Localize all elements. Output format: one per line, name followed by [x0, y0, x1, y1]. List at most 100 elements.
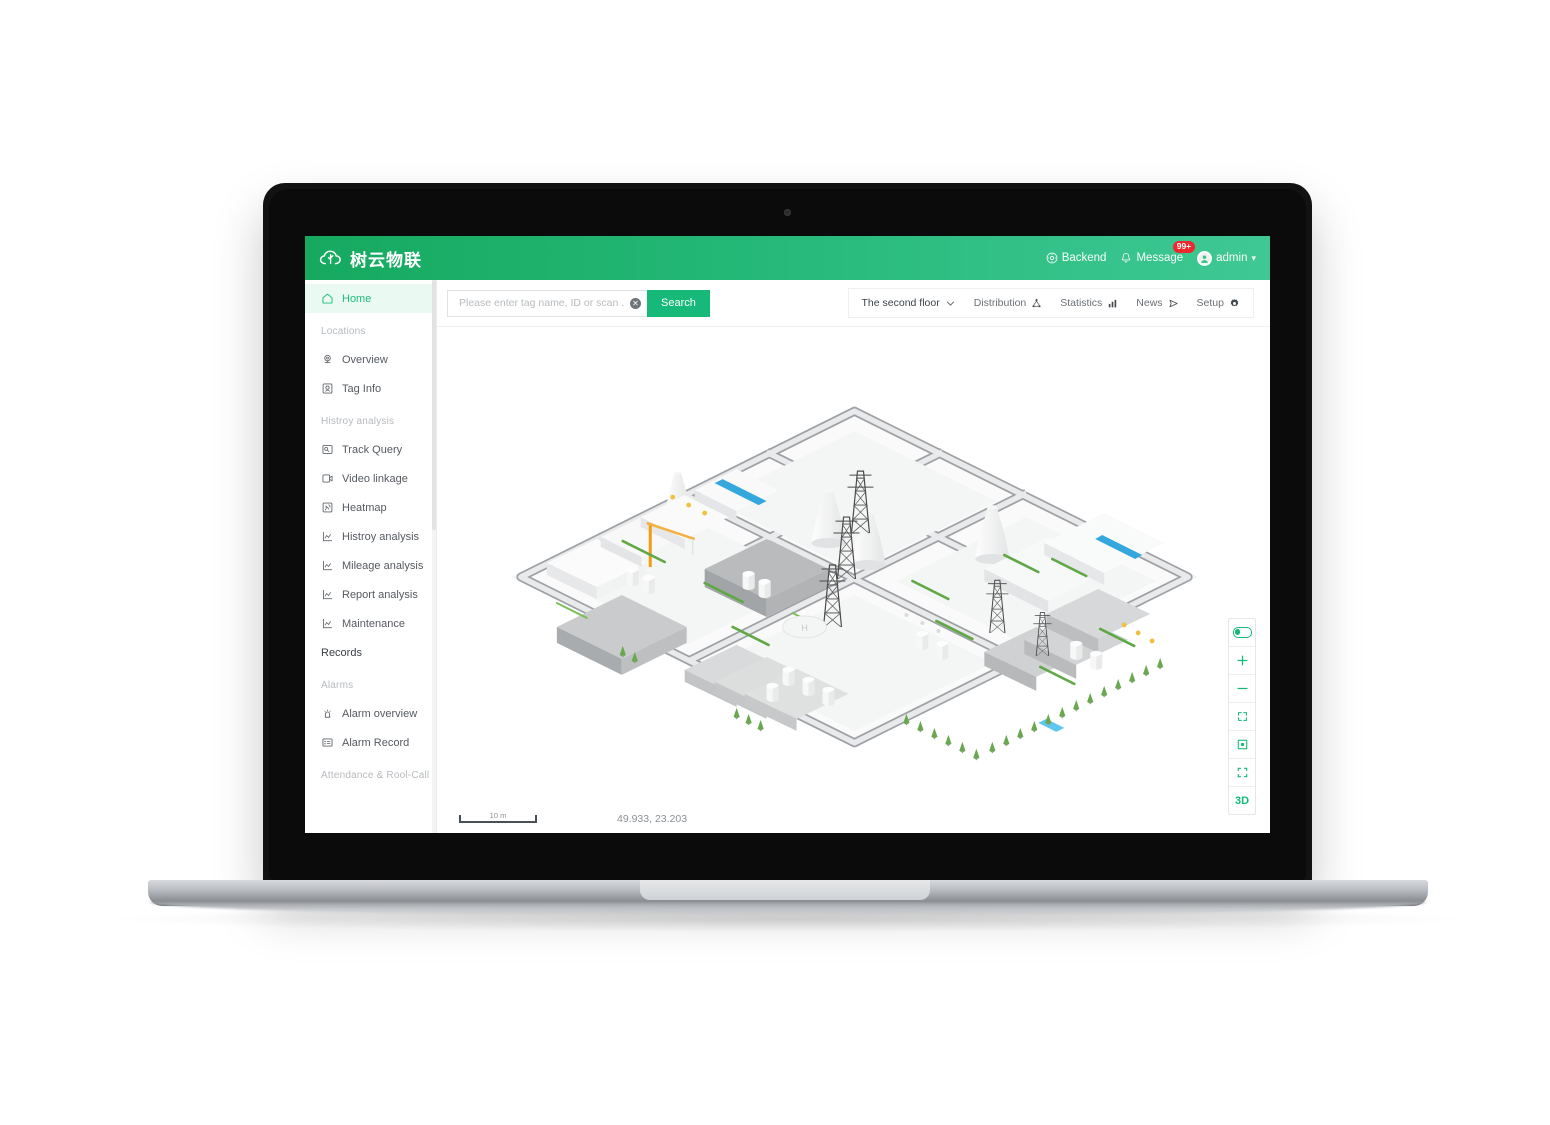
- sidebar-item-mileage-analysis[interactable]: Mileage analysis: [305, 551, 436, 580]
- main-panel: ✕ Search The second floor Distribution: [437, 280, 1270, 833]
- scalebar-label: 10 m: [489, 811, 507, 820]
- sidebar-item-alarm-record[interactable]: Alarm Record: [305, 728, 436, 757]
- sidebar-group-history: Histroy analysis: [321, 416, 395, 427]
- toolbar-item-label: News: [1136, 297, 1163, 309]
- sidebar-item-label: Track Query: [342, 443, 403, 456]
- sidebar-item-label: Alarm overview: [342, 707, 418, 720]
- sidebar-item-overview[interactable]: Overview: [305, 345, 436, 374]
- toolbar-item-distribution[interactable]: Distribution: [965, 297, 1052, 309]
- svg-text:H: H: [801, 623, 807, 633]
- search-group: ✕ Search: [447, 289, 710, 317]
- location-pin-icon: [324, 354, 331, 364]
- sidebar-item-history-analysis[interactable]: Histroy analysis: [305, 522, 436, 551]
- user-name: admin: [1216, 252, 1248, 264]
- sidebar-item-label: Report analysis: [342, 588, 418, 601]
- search-box[interactable]: ✕: [447, 289, 647, 317]
- message-label: Message: [1136, 252, 1184, 264]
- sidebar-item-alarm-overview[interactable]: Alarm overview: [305, 699, 436, 728]
- sidebar-item-label: Video linkage: [342, 472, 408, 485]
- view-mode-3d-button[interactable]: 3D: [1229, 787, 1255, 814]
- brand-name: 树云物联: [350, 250, 422, 270]
- scalebar-line: 10 m: [459, 811, 537, 823]
- chevron-down-icon: [946, 301, 954, 306]
- map-controls: 3D: [1228, 618, 1256, 815]
- sidebar-item-tag-info[interactable]: Tag Info: [305, 374, 436, 403]
- fit-view-button[interactable]: [1229, 703, 1255, 731]
- map-canvas[interactable]: H 3D 10 m 49.933, 23.203: [437, 327, 1270, 833]
- zoom-out-button[interactable]: [1229, 675, 1255, 703]
- sidebar-item-label: Overview: [342, 353, 388, 366]
- heatmap-icon: [322, 502, 333, 513]
- sidebar-item-label: Tag Info: [342, 382, 382, 395]
- header-actions: Backend Message 99+ admin ▾: [1046, 241, 1256, 266]
- minus-icon: [1237, 687, 1247, 690]
- toolbar-item-setup[interactable]: Setup: [1188, 297, 1249, 309]
- backend-button[interactable]: Backend: [1046, 252, 1107, 264]
- video-icon: [322, 474, 333, 483]
- track-query-icon: [322, 445, 333, 454]
- alarm-record-icon: [322, 738, 333, 747]
- map-toolbar: The second floor Distribution Statistics…: [847, 288, 1254, 318]
- home-icon: [322, 293, 333, 304]
- sidebar-group-alarms: Alarms: [321, 680, 354, 691]
- fullscreen-button[interactable]: [1229, 759, 1255, 787]
- avatar: [1197, 250, 1213, 266]
- sidebar-item-label: Mileage analysis: [342, 559, 424, 572]
- toolbar-item-news[interactable]: News: [1127, 297, 1187, 309]
- sidebar-item-maintenance[interactable]: Maintenance: [305, 609, 436, 638]
- sidebar-scrollbar-track[interactable]: [432, 280, 436, 833]
- sidebar-item-records[interactable]: Records: [305, 638, 436, 667]
- sidebar: Home Locations Overview Tag Info Histroy…: [305, 280, 437, 833]
- sidebar-item-track-query[interactable]: Track Query: [305, 435, 436, 464]
- sidebar-item-video-linkage[interactable]: Video linkage: [305, 464, 436, 493]
- screen-content: 树云物联 Backend Message 99+ admin ▾ Home Lo…: [305, 236, 1270, 833]
- gear-icon: [1230, 298, 1239, 306]
- sidebar-item-label: Maintenance: [342, 617, 405, 630]
- toolbar-item-label: Statistics: [1060, 297, 1103, 309]
- message-badge: 99+: [1172, 241, 1196, 253]
- sidebar-item-label: Records: [321, 646, 362, 659]
- sidebar-scrollbar-thumb[interactable]: [432, 280, 436, 530]
- search-button[interactable]: Search: [647, 289, 710, 317]
- layer-toggle-button[interactable]: [1229, 619, 1255, 647]
- gear-circle-icon: [1046, 252, 1058, 264]
- app-header: 树云物联 Backend Message 99+ admin ▾: [305, 236, 1270, 280]
- map-scalebar: 10 m: [459, 811, 537, 823]
- select-area-button[interactable]: [1229, 731, 1255, 759]
- isometric-factory-map: H: [511, 406, 1198, 761]
- bar-chart-icon: [1109, 299, 1117, 307]
- backend-label: Backend: [1061, 252, 1107, 264]
- alarm-light-icon: [324, 709, 331, 718]
- toggle-switch-icon: [1232, 627, 1252, 638]
- clear-circle-icon[interactable]: ✕: [630, 297, 641, 309]
- sidebar-item-report-analysis[interactable]: Report analysis: [305, 580, 436, 609]
- sidebar-group-attendance: Attendance & Rool-Call: [321, 770, 430, 781]
- chart-line-icon: [322, 531, 333, 542]
- fullscreen-icon: [1237, 767, 1247, 778]
- chart-line-icon: [322, 560, 333, 571]
- sidebar-item-label: Alarm Record: [342, 736, 410, 749]
- sidebar-item-heatmap[interactable]: Heatmap: [305, 493, 436, 522]
- search-input[interactable]: [457, 296, 630, 310]
- laptop-ground-shadow: [120, 906, 1460, 932]
- toolbar-item-statistics[interactable]: Statistics: [1051, 297, 1127, 309]
- send-icon: [1169, 299, 1178, 307]
- map-coordinates: 49.933, 23.203: [617, 813, 688, 825]
- zoom-in-button[interactable]: [1229, 647, 1255, 675]
- user-menu[interactable]: admin ▾: [1197, 250, 1256, 266]
- brand[interactable]: 树云物联: [319, 246, 422, 271]
- main-toolbar: ✕ Search The second floor Distribution: [437, 280, 1270, 327]
- target-crop-icon: [1237, 739, 1247, 750]
- sidebar-item-home[interactable]: Home: [305, 284, 436, 313]
- distribution-tree-icon: [1032, 298, 1041, 307]
- sidebar-item-label: Histroy analysis: [342, 530, 420, 543]
- toolbar-item-label: Distribution: [973, 297, 1027, 309]
- message-button[interactable]: Message 99+: [1120, 241, 1196, 264]
- app-body: Home Locations Overview Tag Info Histroy…: [305, 280, 1270, 833]
- floor-selector[interactable]: The second floor: [853, 297, 965, 309]
- plus-icon: [1237, 655, 1247, 666]
- chart-line-icon: [322, 618, 333, 629]
- sidebar-scroll: Home Locations Overview Tag Info Histroy…: [305, 280, 436, 833]
- laptop-base-notch: [640, 880, 930, 900]
- expand-arrows-icon: [1237, 712, 1247, 721]
